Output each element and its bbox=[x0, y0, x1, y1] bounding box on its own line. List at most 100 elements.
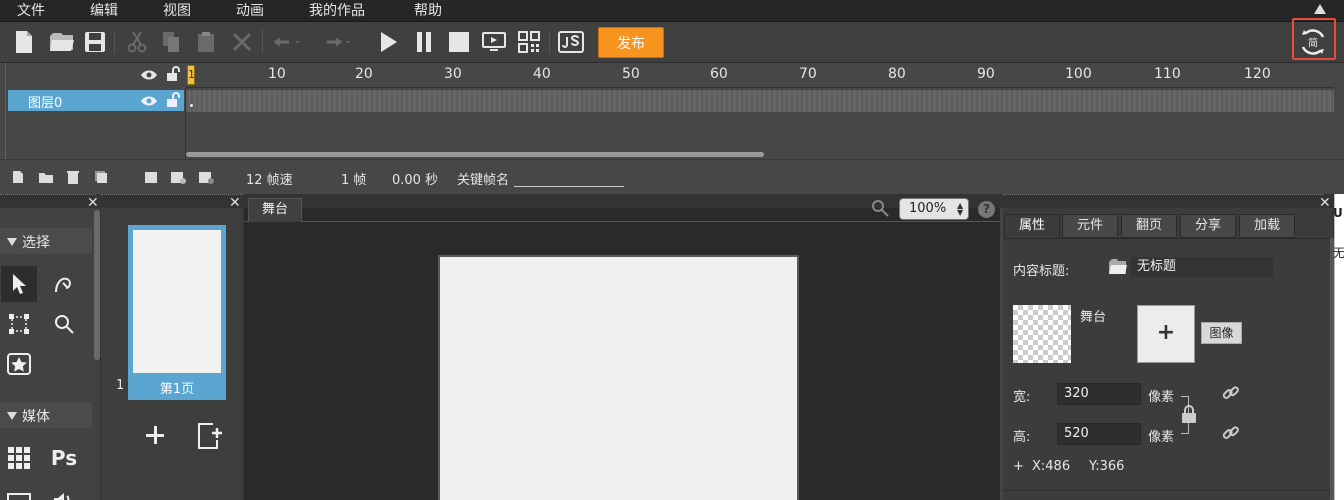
help-icon[interactable]: ? bbox=[978, 201, 995, 218]
collapse-up-icon[interactable] bbox=[1314, 4, 1326, 14]
tab-page-flip[interactable]: 翻页 bbox=[1121, 214, 1177, 238]
layer-eye-icon[interactable] bbox=[140, 95, 158, 107]
duplicate-page-icon[interactable] bbox=[195, 422, 225, 450]
lock-icon[interactable] bbox=[165, 66, 181, 82]
title-folder-icon bbox=[1108, 258, 1128, 276]
menu-view[interactable]: 视图 bbox=[163, 2, 191, 20]
star-shape-tool[interactable] bbox=[1, 346, 37, 382]
width-input[interactable]: 320 bbox=[1057, 383, 1141, 405]
menu-animation[interactable]: 动画 bbox=[236, 2, 264, 20]
ruler-tick-label: 50 bbox=[622, 66, 640, 82]
keyframe-dot[interactable] bbox=[189, 103, 194, 108]
audio-tool[interactable] bbox=[46, 480, 82, 500]
publish-button[interactable]: 发布 bbox=[598, 27, 664, 58]
edge-letter-u: U bbox=[1333, 206, 1343, 220]
layer-folder-icon[interactable] bbox=[38, 170, 53, 184]
insert-frame-icon[interactable] bbox=[144, 170, 158, 184]
save-icon[interactable] bbox=[81, 28, 109, 56]
copy-icon[interactable] bbox=[157, 28, 185, 56]
grid-tool[interactable] bbox=[1, 440, 37, 476]
panel-grip[interactable] bbox=[1003, 194, 1323, 208]
zoom-tool[interactable] bbox=[46, 306, 82, 342]
delete-x-icon[interactable] bbox=[228, 28, 256, 56]
insert-keyframe-icon[interactable] bbox=[170, 170, 186, 184]
tab-properties[interactable]: 属性 bbox=[1004, 214, 1060, 238]
menu-file[interactable]: 文件 bbox=[17, 2, 45, 20]
stepper-arrows-icon[interactable]: ▲ ▼ bbox=[957, 202, 963, 217]
timeline-scrollbar[interactable] bbox=[186, 152, 764, 157]
simplified-sync-icon[interactable]: 简 bbox=[1298, 27, 1328, 57]
preview-monitor-icon[interactable] bbox=[480, 28, 508, 56]
tab-stage[interactable]: 舞台 bbox=[248, 198, 302, 222]
pause-icon[interactable] bbox=[410, 28, 438, 56]
pointer-tool[interactable] bbox=[1, 266, 37, 302]
stop-icon[interactable] bbox=[445, 28, 473, 56]
content-title-input[interactable]: 无标题 bbox=[1131, 257, 1273, 277]
delete-frame-icon[interactable] bbox=[198, 170, 214, 184]
panel-grip[interactable] bbox=[101, 194, 243, 208]
link-chain-icon[interactable] bbox=[1222, 384, 1240, 402]
toolbar-divider bbox=[262, 30, 263, 54]
svg-text:简: 简 bbox=[1308, 37, 1318, 50]
playhead-marker[interactable]: 1 bbox=[187, 65, 195, 85]
trash-icon[interactable] bbox=[66, 170, 80, 184]
link-chain-icon[interactable] bbox=[1222, 424, 1240, 442]
collapse-triangle-icon bbox=[7, 238, 17, 246]
menu-my-works[interactable]: 我的作品 bbox=[309, 2, 365, 20]
tab-share[interactable]: 分享 bbox=[1180, 214, 1236, 238]
menu-help[interactable]: 帮助 bbox=[414, 2, 442, 20]
paste-icon[interactable] bbox=[192, 28, 220, 56]
height-unit: 像素 bbox=[1148, 430, 1175, 445]
stage-canvas[interactable] bbox=[438, 255, 799, 500]
media-section-header[interactable]: 媒体 bbox=[0, 402, 92, 428]
toolbar-divider bbox=[549, 30, 550, 54]
lasso-tool[interactable] bbox=[46, 266, 82, 302]
ruler-tick-label: 40 bbox=[533, 66, 551, 82]
image-button[interactable]: 图像 bbox=[1201, 322, 1242, 344]
tools-scrollbar[interactable] bbox=[94, 210, 100, 360]
add-image-button[interactable]: + bbox=[1137, 305, 1195, 363]
page-thumbnail[interactable] bbox=[133, 230, 221, 373]
page-label: 第1页 bbox=[159, 382, 195, 397]
plus-icon bbox=[154, 426, 157, 444]
eye-icon[interactable] bbox=[140, 69, 158, 81]
js-script-icon[interactable] bbox=[557, 28, 585, 56]
x-coordinate: X:486 bbox=[1032, 459, 1071, 474]
tab-symbols[interactable]: 元件 bbox=[1062, 214, 1118, 238]
tab-loading[interactable]: 加载 bbox=[1239, 214, 1295, 238]
transform-tool[interactable] bbox=[1, 306, 37, 342]
cut-icon[interactable] bbox=[123, 28, 151, 56]
redo-icon[interactable] bbox=[322, 28, 350, 56]
panel-grip[interactable] bbox=[0, 194, 96, 208]
duplicate-layer-icon[interactable] bbox=[94, 170, 108, 184]
new-layer-icon[interactable] bbox=[12, 170, 26, 184]
qr-code-icon[interactable] bbox=[515, 28, 543, 56]
image-tool[interactable] bbox=[1, 480, 37, 500]
ruler-tick-label: 110 bbox=[1154, 66, 1181, 82]
open-folder-icon[interactable] bbox=[48, 28, 76, 56]
ruler-tick-label: 100 bbox=[1065, 66, 1092, 82]
ruler-tick-label: 10 bbox=[268, 66, 286, 82]
play-icon[interactable] bbox=[374, 28, 402, 56]
aspect-lock-icon[interactable] bbox=[1181, 405, 1197, 423]
height-input[interactable]: 520 bbox=[1057, 423, 1141, 445]
frames-strip[interactable] bbox=[186, 90, 1334, 112]
layer-row[interactable]: 图层0 bbox=[8, 90, 184, 111]
new-file-icon[interactable] bbox=[10, 28, 38, 56]
layer-name: 图层0 bbox=[28, 96, 63, 111]
layer-lock-icon[interactable] bbox=[165, 92, 181, 108]
props-tab-divider bbox=[1003, 238, 1330, 239]
magnifier-icon[interactable] bbox=[871, 199, 889, 217]
select-section-header[interactable]: 选择 bbox=[0, 228, 92, 254]
stage-tab-divider bbox=[244, 221, 1000, 222]
keyframe-name-input[interactable] bbox=[514, 186, 624, 187]
stage-background-swatch[interactable] bbox=[1013, 305, 1071, 363]
adjacent-window-edge bbox=[1334, 194, 1344, 500]
menu-edit[interactable]: 编辑 bbox=[90, 2, 118, 20]
undo-icon[interactable] bbox=[272, 28, 300, 56]
select-section-label: 选择 bbox=[22, 235, 50, 251]
timeline-edge bbox=[5, 63, 6, 159]
photoshop-import-tool[interactable]: Ps bbox=[46, 440, 82, 476]
frame-ruler[interactable]: 10 20 30 40 50 60 70 80 90 100 110 120 bbox=[186, 63, 1334, 88]
collapse-triangle-icon bbox=[7, 412, 17, 420]
